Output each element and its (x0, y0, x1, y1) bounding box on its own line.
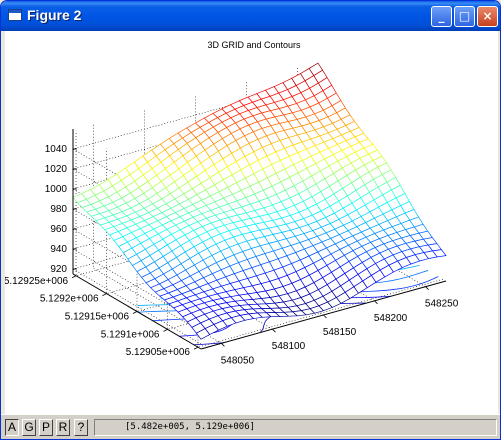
surface-chart[interactable]: 3D GRID and Contours 920 940 960 980 1000 102… (4, 31, 498, 414)
y-tick-mark (71, 275, 77, 279)
contour-segment (262, 324, 265, 329)
contour-segment (420, 270, 429, 274)
x-tick-mark (221, 343, 225, 347)
x-tick-label: 548150 (323, 327, 357, 338)
contour-segment (265, 319, 268, 322)
y-tick-label: 5.1292e+006 (40, 294, 99, 305)
x-tick-mark (323, 314, 327, 319)
help-tool-button[interactable]: ? (74, 419, 88, 436)
contour-segment (263, 321, 266, 325)
window-title: Figure 2 (27, 7, 82, 23)
grid-tool-button[interactable]: G (22, 419, 36, 436)
chart-title: 3D GRID and Contours (207, 40, 301, 50)
contour-segment (152, 319, 163, 322)
z-tick-label: 960 (50, 224, 67, 235)
contour-segment (396, 287, 405, 290)
contour-segment (377, 296, 388, 298)
window-icon (8, 9, 22, 21)
maximize-button[interactable]: □ (454, 6, 475, 27)
figure-window: Figure 2 _ □ × 3D GRID and Contours 920 9… (0, 0, 501, 440)
contour-segment (412, 283, 420, 287)
x-tick-label: 548050 (221, 355, 255, 366)
contour-segment (426, 278, 433, 283)
y-tick-mark (193, 346, 199, 350)
contour-segment (193, 343, 204, 346)
y-tick-label: 5.1291e+006 (101, 329, 160, 340)
minimize-button[interactable]: _ (431, 6, 452, 27)
title-bar[interactable]: Figure 2 _ □ × (1, 1, 500, 31)
print-tool-button[interactable]: P (39, 419, 53, 436)
contour-segment (191, 334, 199, 336)
contour-segment (404, 285, 413, 289)
y-tick-label: 5.12925e+006 (5, 276, 68, 287)
z-axis-ticks: 920 940 960 980 1000 1020 1040 (45, 144, 77, 275)
contour-segment (414, 272, 422, 276)
contour-segment (407, 274, 415, 278)
coordinate-readout: [5.482e+005, 5.129e+006] (94, 419, 497, 436)
contour-segment (399, 276, 408, 280)
surface-mesh (72, 62, 447, 340)
close-button[interactable]: × (477, 6, 498, 27)
y-tick-mark (132, 311, 138, 314)
contour-segment (390, 288, 397, 291)
x-tick-label: 548200 (374, 313, 408, 324)
rotate-tool-button[interactable]: R (56, 419, 70, 436)
x-tick-label: 548100 (272, 341, 306, 352)
y-tick-label: 5.12905e+006 (126, 347, 191, 358)
contour-segment (377, 289, 388, 292)
x-tick-mark (425, 286, 429, 290)
y-tick-mark (102, 293, 107, 297)
contour-segment (432, 276, 438, 280)
x-tick-mark (272, 328, 276, 333)
plot-area[interactable]: 3D GRID and Contours 920 940 960 980 1000 102… (4, 31, 498, 414)
x-tick-mark (374, 300, 378, 305)
z-tick-label: 1000 (45, 184, 68, 195)
z-tick-label: 1020 (45, 164, 68, 175)
contour-segment (411, 265, 420, 268)
z-tick-label: 940 (50, 244, 67, 255)
z-tick-label: 980 (50, 204, 67, 215)
y-tick-mark (163, 328, 168, 332)
contour-segment (384, 280, 393, 283)
x-tick-label: 548250 (425, 299, 459, 310)
z-tick-label: 920 (50, 264, 67, 275)
z-tick-label: 1040 (45, 144, 68, 155)
status-bar: A G P R ? [5.482e+005, 5.129e+006] (1, 414, 500, 439)
contour-segment (392, 278, 401, 281)
annotate-tool-button[interactable]: A (5, 419, 19, 436)
y-tick-label: 5.12915e+006 (65, 312, 130, 323)
contour-segment (403, 266, 412, 270)
contour-segment (419, 281, 427, 285)
